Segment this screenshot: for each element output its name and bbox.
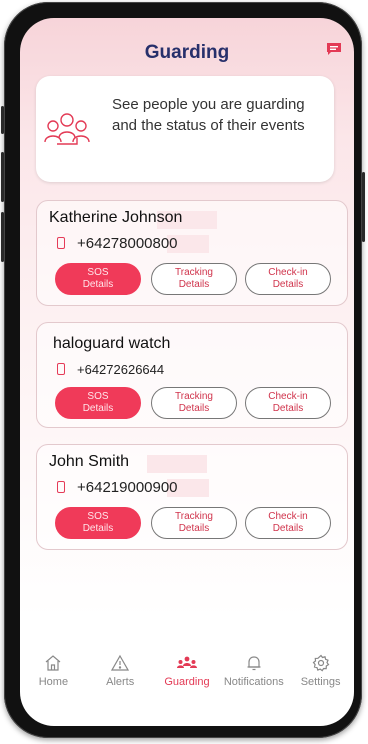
checkin-details-button[interactable]: Check-in Details bbox=[245, 387, 331, 419]
phone-number: +64272626644 bbox=[77, 361, 165, 377]
sos-details-button[interactable]: SOS Details bbox=[55, 507, 141, 539]
sos-details-button[interactable]: SOS Details bbox=[55, 387, 141, 419]
nav-notifications-label: Notifications bbox=[223, 676, 284, 688]
phone-row: +64219000900 bbox=[57, 477, 178, 497]
person-card[interactable]: John Smith +64219000900 SOS Details Trac… bbox=[36, 444, 348, 550]
nav-alerts-label: Alerts bbox=[106, 676, 135, 688]
nav-alerts[interactable]: Alerts bbox=[90, 654, 150, 688]
side-button bbox=[1, 106, 4, 134]
nav-home[interactable]: Home bbox=[23, 654, 83, 688]
nav-notifications[interactable]: Notifications bbox=[224, 654, 284, 688]
highlight bbox=[147, 455, 207, 473]
sos-details-button[interactable]: SOS Details bbox=[55, 263, 141, 295]
side-button bbox=[1, 212, 4, 262]
phone-row: +64278000800 bbox=[57, 233, 178, 253]
chat-icon[interactable] bbox=[326, 42, 342, 56]
people-icon bbox=[44, 113, 90, 145]
nav-home-label: Home bbox=[38, 676, 69, 688]
phone-frame: Guarding See people you are guarding and… bbox=[1, 2, 365, 738]
info-card: See people you are guarding and the stat… bbox=[36, 76, 334, 182]
phone-icon bbox=[57, 363, 65, 375]
phone-number: +64278000800 bbox=[77, 234, 178, 252]
person-card[interactable]: haloguard watch +64272626644 SOS Details… bbox=[36, 322, 348, 428]
person-name: Katherine Johnson bbox=[49, 209, 183, 226]
nav-guarding-label: Guarding bbox=[164, 676, 210, 688]
power-button bbox=[362, 172, 365, 242]
app-header: Guarding bbox=[20, 38, 354, 68]
person-name: haloguard watch bbox=[53, 335, 171, 352]
phone-row: +64272626644 bbox=[57, 359, 164, 379]
checkin-details-button[interactable]: Check-in Details bbox=[245, 507, 331, 539]
tracking-details-button[interactable]: Tracking Details bbox=[151, 387, 237, 419]
nav-guarding[interactable]: Guarding bbox=[157, 654, 217, 688]
guarding-icon bbox=[176, 656, 197, 668]
home-icon bbox=[46, 655, 61, 671]
app-screen: Guarding See people you are guarding and… bbox=[20, 18, 354, 726]
checkin-details-button[interactable]: Check-in Details bbox=[245, 263, 331, 295]
nav-settings[interactable]: Settings bbox=[291, 654, 351, 688]
tracking-details-button[interactable]: Tracking Details bbox=[151, 507, 237, 539]
phone-icon bbox=[57, 237, 65, 249]
person-name: John Smith bbox=[49, 453, 130, 470]
bell-icon bbox=[247, 656, 261, 671]
page-title: Guarding bbox=[144, 42, 230, 63]
phone-icon bbox=[57, 481, 65, 493]
side-button bbox=[1, 152, 4, 202]
info-text: See people you are guarding and the stat… bbox=[112, 96, 305, 134]
tracking-details-button[interactable]: Tracking Details bbox=[151, 263, 237, 295]
gear-icon bbox=[312, 654, 329, 672]
alert-icon bbox=[111, 654, 130, 671]
nav-settings-label: Settings bbox=[300, 676, 341, 688]
person-card[interactable]: Katherine Johnson +64278000800 SOS Detai… bbox=[36, 200, 348, 306]
phone-number: +64219000900 bbox=[77, 478, 178, 496]
bottom-nav: Home Alerts Guarding Notifications Setti… bbox=[20, 654, 354, 712]
